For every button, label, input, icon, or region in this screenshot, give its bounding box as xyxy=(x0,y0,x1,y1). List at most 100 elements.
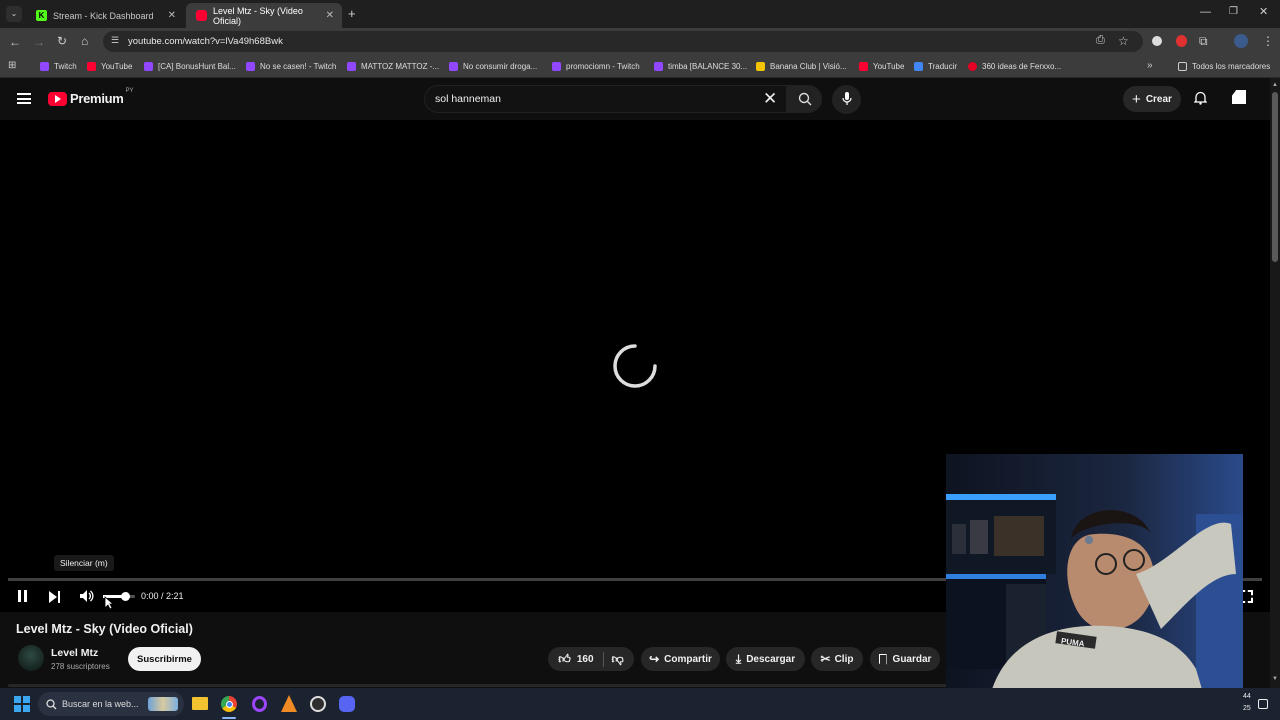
clock-time[interactable]: 44 xyxy=(1243,693,1251,700)
volume-slider-handle[interactable] xyxy=(120,592,130,601)
opera-icon[interactable] xyxy=(252,696,267,712)
bookmark-star-icon[interactable]: ☆ xyxy=(1118,35,1129,47)
scrollbar-thumb[interactable] xyxy=(1272,92,1278,262)
dislike-button[interactable]: 👎︎ xyxy=(604,652,624,667)
translate-icon xyxy=(914,62,923,71)
bookmark-twitch[interactable]: Twitch xyxy=(40,55,77,78)
account-avatar[interactable] xyxy=(1232,90,1246,104)
search-input[interactable]: sol hanneman xyxy=(435,93,501,105)
skip-next-icon xyxy=(49,591,60,603)
like-dislike-group: 👍︎ 160 👎︎ xyxy=(548,647,634,671)
file-explorer-icon[interactable] xyxy=(192,697,208,710)
taskbar-search[interactable]: Buscar en la web... xyxy=(38,692,184,716)
menu-icon[interactable]: ⋮ xyxy=(1262,35,1274,47)
save-label: Guardar xyxy=(892,653,932,665)
create-button[interactable]: + Crear xyxy=(1123,86,1181,112)
save-button[interactable]: Guardar xyxy=(870,647,940,671)
close-tab-icon[interactable]: ✕ xyxy=(326,10,334,21)
like-button[interactable]: 👍︎ 160 xyxy=(558,651,604,667)
home-icon[interactable]: ⌂ xyxy=(81,35,88,47)
notification-center-icon[interactable] xyxy=(1258,699,1268,709)
profile-icon[interactable] xyxy=(1234,34,1248,48)
extension-red-icon[interactable] xyxy=(1176,35,1187,47)
twitch-icon xyxy=(40,62,49,71)
notifications-bell-icon[interactable] xyxy=(1193,91,1208,105)
voice-search-button[interactable] xyxy=(832,85,861,114)
share-icon: ↪ xyxy=(649,652,660,666)
tab-youtube-video[interactable]: Level Mtz - Sky (Video Oficial) ✕ xyxy=(186,3,342,28)
address-bar[interactable]: ☰ youtube.com/watch?v=lVa49h68Bwk ⎙ ☆ xyxy=(103,31,1143,52)
vlc-icon[interactable] xyxy=(281,695,297,712)
bookmark-bonushunt[interactable]: [CA] BonusHunt Bal... xyxy=(144,55,236,78)
bookmarks-bar: ⊞ Twitch YouTube [CA] BonusHunt Bal... N… xyxy=(0,55,1280,78)
bookmark-youtube[interactable]: YouTube xyxy=(87,55,132,78)
bookmark-label: No se casen! - Twitch xyxy=(260,62,337,71)
restore-window-button[interactable]: ❐ xyxy=(1229,7,1238,17)
time-display: 0:00 / 2:21 xyxy=(141,591,184,601)
folder-icon xyxy=(1178,62,1187,71)
obs-icon[interactable] xyxy=(310,696,326,712)
bookmark-label: 360 ideas de Ferxxo... xyxy=(982,62,1062,71)
next-button[interactable] xyxy=(48,590,62,603)
forward-icon[interactable]: → xyxy=(33,36,45,48)
banana-icon xyxy=(756,62,765,71)
chrome-taskbar-icon[interactable] xyxy=(221,696,237,712)
play-pause-button[interactable] xyxy=(17,590,29,603)
all-bookmarks-folder[interactable]: Todos los marcadores xyxy=(1178,55,1270,78)
download-label: Descargar xyxy=(746,653,796,665)
premium-wordmark: Premium xyxy=(70,91,124,106)
install-app-icon[interactable]: ⎙ xyxy=(1096,35,1105,46)
bookmark-label: [CA] BonusHunt Bal... xyxy=(158,62,236,71)
clear-search-icon[interactable]: ✕ xyxy=(763,89,777,109)
twitch-icon xyxy=(552,62,561,71)
tab-kick-dashboard[interactable]: K Stream - Kick Dashboard ✕ xyxy=(26,3,184,28)
site-info-icon[interactable]: ☰ xyxy=(111,36,119,45)
search-icon xyxy=(46,699,57,710)
bookmark-mattoz[interactable]: MATTOZ MATTOZ -... xyxy=(347,55,439,78)
windows-start-icon[interactable] xyxy=(14,696,30,712)
subscribe-button[interactable]: Suscribirme xyxy=(128,647,201,671)
close-window-button[interactable]: ✕ xyxy=(1259,7,1268,18)
clock-date[interactable]: 25 xyxy=(1243,705,1251,712)
bookmark-banana-club[interactable]: Banana Club | Visió... xyxy=(756,55,847,78)
download-button[interactable]: ⤓ Descargar xyxy=(726,647,805,671)
back-icon[interactable]: ← xyxy=(9,36,21,48)
bookmark-timba[interactable]: timba [BALANCE 30... xyxy=(654,55,747,78)
guide-menu-icon[interactable] xyxy=(17,93,31,104)
bookmark-label: YouTube xyxy=(101,62,133,71)
clip-button[interactable]: ✂ Clip xyxy=(811,647,863,671)
share-label: Compartir xyxy=(664,653,712,665)
url-text: youtube.com/watch?v=lVa49h68Bwk xyxy=(128,36,283,47)
reload-icon[interactable]: ↻ xyxy=(57,35,67,47)
webcam-overlay: PUMA xyxy=(946,454,1243,720)
twitch-icon xyxy=(347,62,356,71)
channel-name[interactable]: Level Mtz xyxy=(51,647,98,659)
bookmark-traducir[interactable]: Traducir xyxy=(914,55,957,78)
discord-icon[interactable] xyxy=(339,696,355,712)
new-tab-button[interactable]: + xyxy=(348,7,356,20)
bookmark-no-se-casen[interactable]: No se casen! - Twitch xyxy=(246,55,336,78)
puzzle-icon[interactable]: ⧉ xyxy=(1199,35,1208,47)
bookmark-no-consumir[interactable]: No consumir droga... xyxy=(449,55,537,78)
share-button[interactable]: ↪ Compartir xyxy=(641,647,720,671)
more-bookmarks-icon[interactable]: » xyxy=(1147,61,1153,71)
youtube-premium-logo[interactable]: Premium PY xyxy=(48,88,134,106)
youtube-icon xyxy=(87,62,96,71)
scrollbar-up-arrow[interactable]: ▲ xyxy=(1272,82,1278,88)
apps-icon[interactable]: ⊞ xyxy=(8,61,16,71)
bookmark-label: Banana Club | Visió... xyxy=(770,62,847,71)
extension-icon[interactable] xyxy=(1152,36,1162,46)
mouse-cursor-icon xyxy=(104,596,115,615)
minimize-window-button[interactable]: — xyxy=(1200,7,1211,18)
page-scrollbar[interactable]: ▲ ▼ xyxy=(1270,78,1280,688)
scrollbar-down-arrow[interactable]: ▼ xyxy=(1272,676,1278,682)
channel-avatar[interactable] xyxy=(18,645,44,671)
tab-search-button[interactable]: ⌄ xyxy=(6,6,22,22)
close-tab-icon[interactable]: ✕ xyxy=(168,10,176,21)
bookmark-youtube-2[interactable]: YouTube xyxy=(859,55,904,78)
bookmark-pinterest[interactable]: 360 ideas de Ferxxo... xyxy=(968,55,1061,78)
mute-button[interactable] xyxy=(79,589,94,603)
search-bar[interactable]: sol hanneman ✕ xyxy=(424,85,822,113)
bookmark-promociomn[interactable]: promociomn - Twitch xyxy=(552,55,640,78)
search-button[interactable] xyxy=(786,86,822,112)
